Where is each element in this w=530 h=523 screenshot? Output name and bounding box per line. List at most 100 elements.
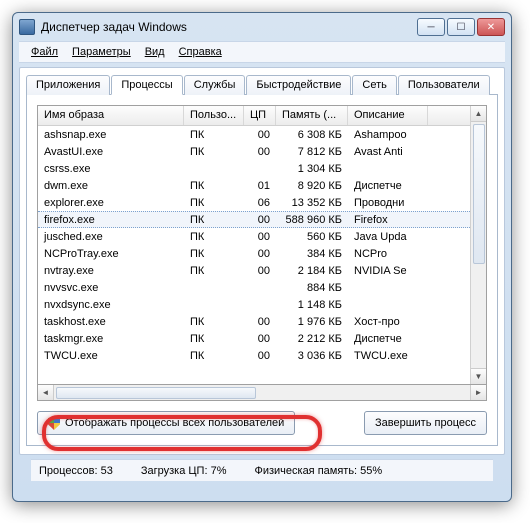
cell-user (184, 287, 244, 289)
table-row[interactable]: taskmgr.exeПК002 212 КБДиспетче (38, 330, 470, 347)
cell-cpu: 00 (244, 230, 276, 244)
cell-memory: 1 304 КБ (276, 162, 348, 176)
table-row[interactable]: dwm.exeПК018 920 КБДиспетче (38, 177, 470, 194)
cell-cpu (244, 287, 276, 289)
cell-user: ПК (184, 349, 244, 363)
tab-services[interactable]: Службы (184, 75, 246, 95)
cell-memory: 1 976 КБ (276, 315, 348, 329)
cell-name: NCProTray.exe (38, 247, 184, 261)
end-process-button[interactable]: Завершить процесс (364, 411, 487, 435)
cell-user: ПК (184, 315, 244, 329)
status-cpu-load: Загрузка ЦП: 7% (141, 465, 227, 477)
table-row[interactable]: NCProTray.exeПК00384 КБNCPro (38, 245, 470, 262)
cell-memory: 7 812 КБ (276, 145, 348, 159)
cell-user: ПК (184, 128, 244, 142)
cell-user (184, 304, 244, 306)
close-button[interactable]: ✕ (477, 18, 505, 36)
cell-description (348, 304, 428, 306)
cell-name: nvvsvc.exe (38, 281, 184, 295)
menu-file[interactable]: Файл (25, 44, 64, 60)
cell-user: ПК (184, 213, 244, 227)
col-description[interactable]: Описание (348, 106, 428, 125)
cell-name: taskmgr.exe (38, 332, 184, 346)
cell-cpu: 00 (244, 264, 276, 278)
cell-cpu: 00 (244, 128, 276, 142)
cell-name: nvxdsync.exe (38, 298, 184, 312)
cell-memory: 6 308 КБ (276, 128, 348, 142)
cell-user: ПК (184, 145, 244, 159)
vertical-scrollbar[interactable]: ▲ ▼ (470, 106, 486, 384)
cell-description: NCPro (348, 247, 428, 261)
scroll-down-icon[interactable]: ▼ (471, 368, 486, 384)
cell-description: Проводни (348, 196, 428, 210)
table-row[interactable]: firefox.exeПК00588 960 КБFirefox (38, 211, 470, 228)
cell-user (184, 168, 244, 170)
menu-help[interactable]: Справка (173, 44, 228, 60)
cell-cpu: 00 (244, 315, 276, 329)
status-bar: Процессов: 53 Загрузка ЦП: 7% Физическая… (31, 459, 493, 481)
horizontal-scrollbar[interactable]: ◄ ► (37, 385, 487, 401)
process-list[interactable]: Имя образа Пользо... ЦП Память (... Опис… (37, 105, 487, 385)
maximize-button[interactable]: ☐ (447, 18, 475, 36)
tab-processes[interactable]: Процессы (111, 75, 182, 95)
cell-description: Диспетче (348, 332, 428, 346)
cell-cpu: 01 (244, 179, 276, 193)
col-memory[interactable]: Память (... (276, 106, 348, 125)
cell-user: ПК (184, 247, 244, 261)
table-row[interactable]: ashsnap.exeПК006 308 КБAshampoo (38, 126, 470, 143)
scroll-thumb-h[interactable] (56, 387, 256, 399)
status-memory: Физическая память: 55% (254, 465, 382, 477)
cell-name: explorer.exe (38, 196, 184, 210)
scroll-up-icon[interactable]: ▲ (471, 106, 486, 122)
cell-cpu: 06 (244, 196, 276, 210)
tab-users[interactable]: Пользователи (398, 75, 490, 95)
app-icon (19, 19, 35, 35)
table-row[interactable]: jusched.exeПК00560 КБJava Upda (38, 228, 470, 245)
table-row[interactable]: nvtray.exeПК002 184 КБNVIDIA Se (38, 262, 470, 279)
table-row[interactable]: taskhost.exeПК001 976 КБХост-про (38, 313, 470, 330)
cell-memory: 8 920 КБ (276, 179, 348, 193)
cell-name: jusched.exe (38, 230, 184, 244)
uac-shield-icon (48, 416, 60, 430)
scroll-right-icon[interactable]: ► (470, 385, 486, 400)
col-user[interactable]: Пользо... (184, 106, 244, 125)
status-process-count: Процессов: 53 (39, 465, 113, 477)
table-row[interactable]: AvastUI.exeПК007 812 КБAvast Anti (38, 143, 470, 160)
tab-performance[interactable]: Быстродействие (246, 75, 351, 95)
cell-name: nvtray.exe (38, 264, 184, 278)
cell-cpu (244, 168, 276, 170)
show-all-users-button[interactable]: Отображать процессы всех пользователей (37, 411, 295, 435)
cell-name: csrss.exe (38, 162, 184, 176)
menu-options[interactable]: Параметры (66, 44, 137, 60)
table-row[interactable]: TWCU.exeПК003 036 КБTWCU.exe (38, 347, 470, 364)
cell-memory: 3 036 КБ (276, 349, 348, 363)
cell-cpu: 00 (244, 247, 276, 261)
table-row[interactable]: nvxdsync.exe1 148 КБ (38, 296, 470, 313)
show-all-users-label: Отображать процессы всех пользователей (65, 417, 284, 429)
scroll-thumb[interactable] (473, 124, 485, 264)
table-row[interactable]: nvvsvc.exe884 КБ (38, 279, 470, 296)
cell-name: taskhost.exe (38, 315, 184, 329)
scroll-left-icon[interactable]: ◄ (38, 385, 54, 400)
tab-network[interactable]: Сеть (352, 75, 396, 95)
minimize-button[interactable]: ─ (417, 18, 445, 36)
menu-view[interactable]: Вид (139, 44, 171, 60)
cell-cpu (244, 304, 276, 306)
tab-content: Имя образа Пользо... ЦП Память (... Опис… (26, 94, 498, 446)
col-cpu[interactable]: ЦП (244, 106, 276, 125)
table-row[interactable]: explorer.exeПК0613 352 КБПроводни (38, 194, 470, 211)
tab-applications[interactable]: Приложения (26, 75, 110, 95)
cell-memory: 384 КБ (276, 247, 348, 261)
cell-description: Диспетче (348, 179, 428, 193)
col-image-name[interactable]: Имя образа (38, 106, 184, 125)
cell-cpu: 00 (244, 349, 276, 363)
client-area: Приложения Процессы Службы Быстродействи… (19, 67, 505, 455)
column-headers: Имя образа Пользо... ЦП Память (... Опис… (38, 106, 470, 126)
cell-description (348, 168, 428, 170)
cell-description: NVIDIA Se (348, 264, 428, 278)
table-row[interactable]: csrss.exe 1 304 КБ (38, 160, 470, 177)
titlebar[interactable]: Диспетчер задач Windows ─ ☐ ✕ (13, 13, 511, 41)
cell-description: Ashampoo (348, 128, 428, 142)
task-manager-window: Диспетчер задач Windows ─ ☐ ✕ Файл Парам… (12, 12, 512, 502)
cell-cpu: 00 (244, 145, 276, 159)
